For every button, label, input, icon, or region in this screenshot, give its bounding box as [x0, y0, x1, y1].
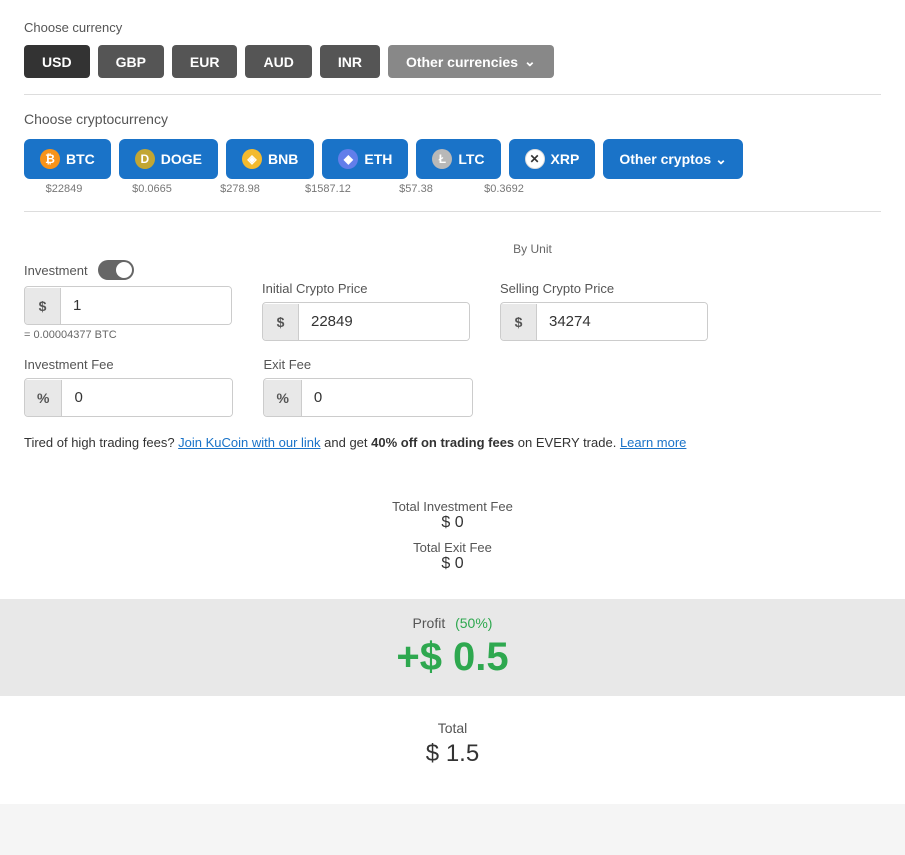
initial-price-input[interactable] [299, 303, 469, 340]
investment-group: Investment $ = 0.00004377 BTC [24, 260, 232, 341]
promo-text: Tired of high trading fees? Join KuCoin … [24, 433, 881, 453]
exit-fee-input[interactable] [302, 379, 472, 416]
doge-price: $0.0665 [112, 183, 192, 195]
crypto-btn-btc[interactable]: ₿ BTC [24, 139, 111, 179]
currency-btn-usd[interactable]: USD [24, 45, 90, 78]
ltc-label: LTC [458, 151, 484, 167]
other-cryptos-chevron-icon: ⌄ [715, 151, 727, 168]
by-unit-toggle[interactable] [98, 260, 134, 280]
crypto-btn-xrp[interactable]: ✕ XRP [509, 139, 596, 179]
crypto-prices: $22849 $0.0665 $278.98 $1587.12 $57.38 $… [24, 183, 881, 195]
total-exit-fee-value: $ 0 [24, 555, 881, 573]
selling-price-label: Selling Crypto Price [500, 281, 708, 296]
exit-fee-input-wrapper: % [263, 378, 472, 417]
btc-label: BTC [66, 151, 95, 167]
investment-fee-label: Investment Fee [24, 357, 233, 372]
bnb-icon: ◈ [242, 149, 262, 169]
promo-text2: and get [321, 435, 372, 450]
initial-price-input-wrapper: $ [262, 302, 470, 341]
initial-price-prefix: $ [263, 304, 299, 340]
xrp-label: XRP [551, 151, 580, 167]
other-currencies-label: Other currencies [406, 54, 518, 70]
doge-label: DOGE [161, 151, 202, 167]
eth-label: ETH [364, 151, 392, 167]
investment-label: Investment [24, 263, 88, 278]
currency-btn-gbp[interactable]: GBP [98, 45, 164, 78]
crypto-buttons: ₿ BTC D DOGE ◈ BNB ◆ ETH Ł LTC ✕ XRP [24, 139, 881, 179]
crypto-btn-eth[interactable]: ◆ ETH [322, 139, 408, 179]
learn-more-link[interactable]: Learn more [620, 435, 686, 450]
initial-price-group: Initial Crypto Price $ [262, 281, 470, 341]
results-section: Total Investment Fee $ 0 Total Exit Fee … [24, 489, 881, 591]
eth-icon: ◆ [338, 149, 358, 169]
selling-price-input-wrapper: $ [500, 302, 708, 341]
investment-prefix: $ [25, 288, 61, 324]
btc-equiv: = 0.00004377 BTC [24, 329, 232, 341]
total-section: Total $ 1.5 [24, 704, 881, 784]
crypto-divider [24, 211, 881, 212]
btc-icon: ₿ [40, 149, 60, 169]
total-label: Total [24, 720, 881, 736]
promo-text1: Tired of high trading fees? [24, 435, 178, 450]
promo-bold: 40% off on trading fees [371, 435, 514, 450]
currency-btn-other[interactable]: Other currencies ⌄ [388, 45, 554, 78]
promo-text3: on EVERY trade. [514, 435, 620, 450]
doge-icon: D [135, 149, 155, 169]
total-investment-fee-value: $ 0 [24, 514, 881, 532]
btc-price: $22849 [24, 183, 104, 195]
profit-section: Profit (50%) +$ 0.5 [0, 599, 905, 696]
total-exit-fee-label: Total Exit Fee [24, 540, 881, 555]
xrp-icon: ✕ [525, 149, 545, 169]
profit-value: +$ 0.5 [16, 635, 889, 680]
total-exit-fee-row: Total Exit Fee $ 0 [24, 540, 881, 573]
ltc-icon: Ł [432, 149, 452, 169]
exit-fee-prefix: % [264, 380, 301, 416]
bnb-price: $278.98 [200, 183, 280, 195]
currency-btn-inr[interactable]: INR [320, 45, 380, 78]
main-container: Choose currency USD GBP EUR AUD INR Othe… [0, 0, 905, 804]
by-unit-label: By Unit [184, 242, 881, 256]
selling-price-input[interactable] [537, 303, 707, 340]
profit-text: Profit [413, 615, 446, 631]
ltc-price: $57.38 [376, 183, 456, 195]
crypto-label: Choose cryptocurrency [24, 111, 881, 127]
total-investment-fee-label: Total Investment Fee [24, 499, 881, 514]
crypto-btn-other[interactable]: Other cryptos ⌄ [603, 139, 743, 179]
fees-row: Investment Fee % Exit Fee % [24, 357, 881, 417]
investment-fee-group: Investment Fee % [24, 357, 233, 417]
total-value: $ 1.5 [24, 740, 881, 768]
currency-buttons: USD GBP EUR AUD INR Other currencies ⌄ [24, 45, 881, 78]
currency-section: Choose currency USD GBP EUR AUD INR Othe… [24, 20, 881, 78]
investment-fee-prefix: % [25, 380, 62, 416]
selling-price-group: Selling Crypto Price $ [500, 281, 708, 341]
eth-price: $1587.12 [288, 183, 368, 195]
crypto-section: Choose cryptocurrency ₿ BTC D DOGE ◈ BNB… [24, 111, 881, 195]
other-price [552, 183, 632, 195]
chevron-down-icon: ⌄ [524, 53, 536, 70]
currency-divider [24, 94, 881, 95]
xrp-price: $0.3692 [464, 183, 544, 195]
exit-fee-label: Exit Fee [263, 357, 472, 372]
investment-fee-input[interactable] [62, 379, 232, 416]
currency-btn-aud[interactable]: AUD [245, 45, 311, 78]
fields-row: Investment $ = 0.00004377 BTC Initial Cr… [24, 260, 881, 341]
crypto-btn-bnb[interactable]: ◈ BNB [226, 139, 314, 179]
crypto-btn-ltc[interactable]: Ł LTC [416, 139, 500, 179]
kucoin-link[interactable]: Join KuCoin with our link [178, 435, 320, 450]
bnb-label: BNB [268, 151, 298, 167]
profit-label: Profit (50%) [16, 615, 889, 631]
exit-fee-group: Exit Fee % [263, 357, 472, 417]
profit-percent: (50%) [455, 615, 492, 631]
selling-price-prefix: $ [501, 304, 537, 340]
currency-label: Choose currency [24, 20, 881, 35]
currency-btn-eur[interactable]: EUR [172, 45, 238, 78]
investment-input-wrapper: $ [24, 286, 232, 325]
investment-input[interactable] [61, 287, 231, 324]
crypto-btn-doge[interactable]: D DOGE [119, 139, 218, 179]
other-cryptos-label: Other cryptos [619, 151, 711, 167]
calculator-section: By Unit Investment $ = 0.00004377 BTC In… [24, 242, 881, 489]
initial-price-label: Initial Crypto Price [262, 281, 470, 296]
total-investment-fee-row: Total Investment Fee $ 0 [24, 499, 881, 532]
investment-fee-input-wrapper: % [24, 378, 233, 417]
